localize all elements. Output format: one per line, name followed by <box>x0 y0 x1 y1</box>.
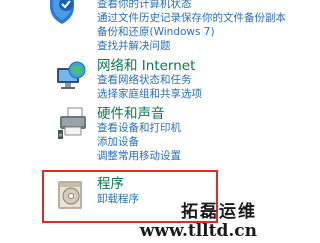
network-internet-icon <box>57 61 86 89</box>
link-devices-printers[interactable]: 查看设备和打印机 <box>97 122 181 135</box>
link-view-computer-status[interactable]: 查看你的计算机状态 <box>97 0 192 11</box>
hardware-sound-title[interactable]: 硬件和声音 <box>97 106 165 122</box>
watermark: 拓磊运维 www.tlltd.cn <box>139 202 257 241</box>
watermark-url: www.tlltd.cn <box>139 221 257 241</box>
link-add-device[interactable]: 添加设备 <box>97 136 139 149</box>
network-internet-title[interactable]: 网络和 Internet <box>97 58 195 74</box>
link-homegroup-sharing[interactable]: 选择家庭组和共享选项 <box>97 88 202 101</box>
hardware-sound-icon <box>58 107 86 139</box>
link-mobility-settings[interactable]: 调整常用移动设置 <box>97 150 181 163</box>
link-file-history-backup[interactable]: 通过文件历史记录保存你的文件备份副本 <box>97 12 286 25</box>
link-backup-restore-win7[interactable]: 备份和还原(Windows 7) <box>97 26 215 39</box>
watermark-name: 拓磊运维 <box>181 202 257 222</box>
link-troubleshoot[interactable]: 查找并解决问题 <box>97 40 171 53</box>
system-security-icon <box>50 0 74 24</box>
link-network-status-tasks[interactable]: 查看网络状态和任务 <box>97 74 192 87</box>
